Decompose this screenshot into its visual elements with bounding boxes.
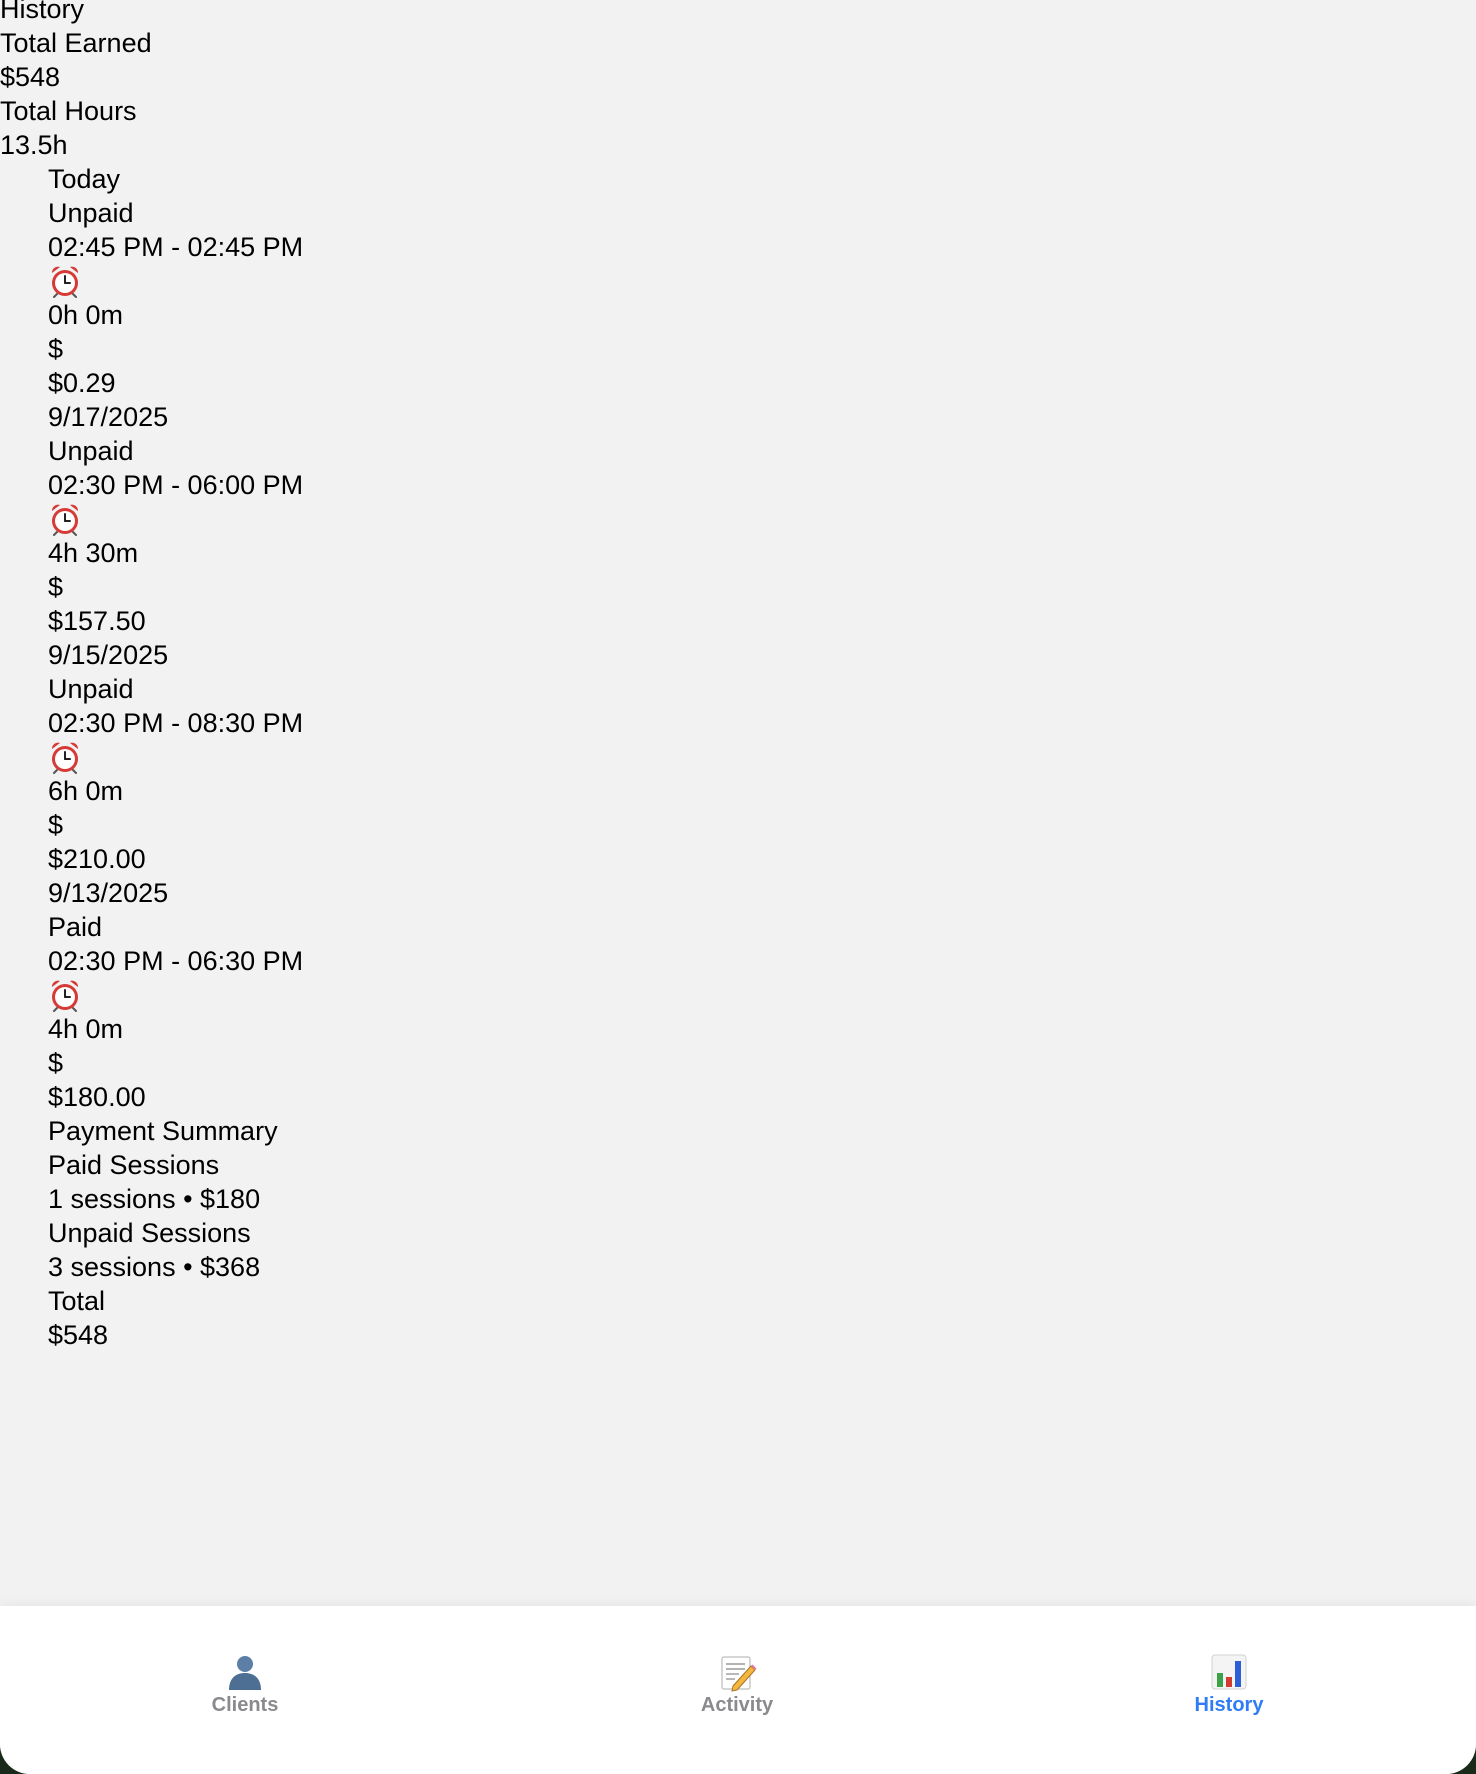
session-duration: 0h 0m xyxy=(48,300,124,330)
session-status: Paid xyxy=(48,912,103,942)
memo-pencil-icon xyxy=(721,1656,757,1692)
tab-label: History xyxy=(1194,1694,1264,1716)
paid-sessions-value: 1 sessions • $180 xyxy=(48,1184,261,1214)
paid-sessions-label: Paid Sessions xyxy=(48,1150,220,1180)
session-status: Unpaid xyxy=(48,436,134,466)
session-date: 9/15/2025 xyxy=(48,640,169,670)
person-silhouette-icon xyxy=(229,1656,261,1690)
tab-clients[interactable]: Clients xyxy=(145,1652,345,1717)
total-earned-label: Total Earned xyxy=(0,28,152,58)
session-amount: $180.00 xyxy=(48,1082,146,1112)
session-status: Unpaid xyxy=(48,674,134,704)
session-item[interactable]: 9/17/2025 Unpaid 02:30 PM - 06:00 PM 4h … xyxy=(0,400,303,638)
alarm-clock-icon xyxy=(48,502,82,536)
tab-label: Clients xyxy=(211,1694,279,1716)
session-duration: 4h 0m xyxy=(48,1014,124,1044)
session-time-range: 02:30 PM - 06:30 PM xyxy=(48,946,304,976)
page-title: History xyxy=(0,0,85,24)
session-date: 9/17/2025 xyxy=(48,402,169,432)
session-item[interactable]: 9/15/2025 Unpaid 02:30 PM - 08:30 PM 6h … xyxy=(0,638,303,876)
session-date: Today xyxy=(48,164,121,194)
session-status: Unpaid xyxy=(48,198,134,228)
total-earned-value: $548 xyxy=(0,62,61,92)
dollar-icon: $ xyxy=(48,334,64,364)
tab-label: Activity xyxy=(700,1694,774,1716)
summary-total-value: $548 xyxy=(48,1320,109,1350)
session-amount: $157.50 xyxy=(48,606,146,636)
unpaid-sessions-value: 3 sessions • $368 xyxy=(48,1252,261,1282)
dollar-icon: $ xyxy=(48,1048,64,1078)
payment-summary: Payment Summary Paid Sessions 1 sessions… xyxy=(0,1114,303,1352)
session-duration: 6h 0m xyxy=(48,776,124,806)
bottom-tab-bar: Clients Activity History xyxy=(0,1606,1476,1774)
dollar-icon: $ xyxy=(48,810,64,840)
summary-total-label: Total xyxy=(48,1286,106,1316)
alarm-clock-icon xyxy=(48,740,82,774)
tab-history[interactable]: History xyxy=(1129,1652,1329,1717)
bar-chart-icon xyxy=(1211,1654,1247,1690)
app-window: History Total Earned $548 Total Hours 13… xyxy=(0,0,1476,1774)
payment-summary-title: Payment Summary xyxy=(48,1116,278,1146)
unpaid-sessions-label: Unpaid Sessions xyxy=(48,1218,251,1248)
alarm-clock-icon xyxy=(48,978,82,1012)
session-time-range: 02:30 PM - 06:00 PM xyxy=(48,470,304,500)
session-item[interactable]: 9/13/2025 Paid 02:30 PM - 06:30 PM 4h 0m… xyxy=(0,876,303,1114)
total-hours-value: 13.5h xyxy=(0,130,68,160)
history-content: History Total Earned $548 Total Hours 13… xyxy=(0,0,303,1352)
session-date: 9/13/2025 xyxy=(48,878,169,908)
dollar-icon: $ xyxy=(48,572,64,602)
total-hours-label: Total Hours xyxy=(0,96,137,126)
session-item[interactable]: Today Unpaid 02:45 PM - 02:45 PM 0h 0m $… xyxy=(0,162,303,400)
session-time-range: 02:45 PM - 02:45 PM xyxy=(48,232,304,262)
session-amount: $210.00 xyxy=(48,844,146,874)
session-duration: 4h 30m xyxy=(48,538,139,568)
session-time-range: 02:30 PM - 08:30 PM xyxy=(48,708,304,738)
session-amount: $0.29 xyxy=(48,368,116,398)
alarm-clock-icon xyxy=(48,264,82,298)
tab-activity[interactable]: Activity xyxy=(637,1652,837,1717)
